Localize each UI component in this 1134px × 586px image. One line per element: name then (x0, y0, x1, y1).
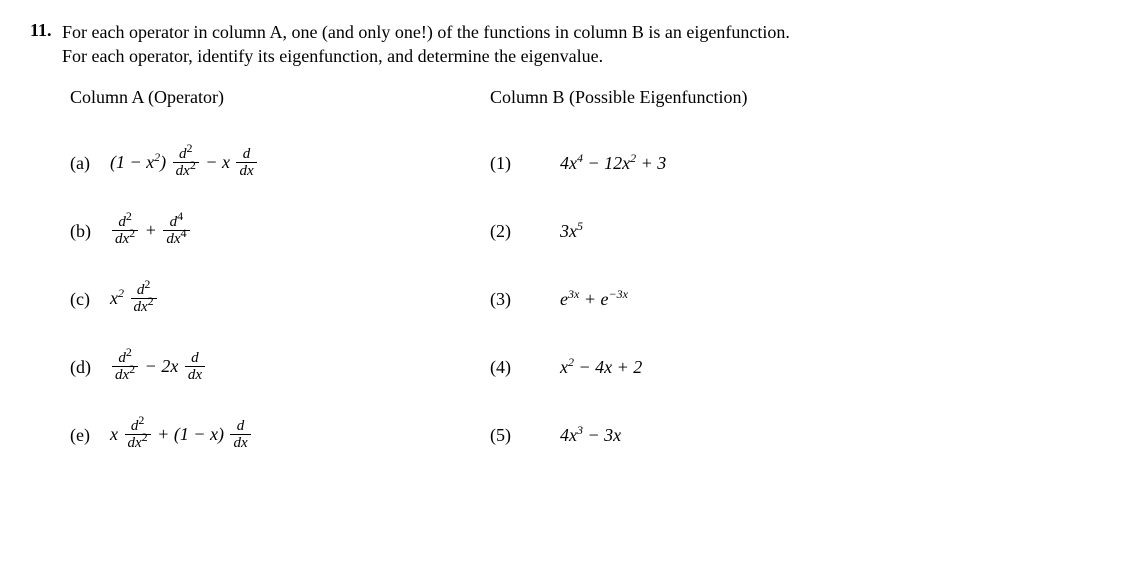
column-b-header: Column B (Possible Eigenfunction) (490, 87, 990, 108)
operator-label: (c) (70, 289, 110, 310)
operator-row-c: (c) x2 d2dx2 (70, 266, 490, 334)
eigenfunction-label: (4) (490, 357, 560, 378)
operator-label: (e) (70, 425, 110, 446)
operator-row-b: (b) d2dx2 + d4dx4 (70, 198, 490, 266)
operator-label: (b) (70, 221, 110, 242)
problem-line2: For each operator, identify its eigenfun… (62, 46, 603, 66)
operator-row-a: (a) (1 − x2) d2dx2 − x ddx (70, 130, 490, 198)
operator-expr: d2dx2 − 2x ddx (110, 351, 207, 385)
eigenfunction-label: (3) (490, 289, 560, 310)
operator-expr: d2dx2 + d4dx4 (110, 215, 192, 249)
problem-line1: For each operator in column A, one (and … (62, 22, 790, 42)
eigenfunction-label: (1) (490, 153, 560, 174)
problem-statement: 11. For each operator in column A, one (… (30, 20, 1104, 69)
operator-row-d: (d) d2dx2 − 2x ddx (70, 334, 490, 402)
eigenfunction-expr: e3x + e−3x (560, 289, 628, 310)
operator-expr: (1 − x2) d2dx2 − x ddx (110, 147, 259, 181)
eigenfunction-row-1: (1) 4x4 − 12x2 + 3 (490, 130, 990, 198)
column-b: Column B (Possible Eigenfunction) (1) 4x… (490, 87, 990, 470)
column-a: Column A (Operator) (a) (1 − x2) d2dx2 −… (70, 87, 490, 470)
columns-container: Column A (Operator) (a) (1 − x2) d2dx2 −… (70, 87, 1104, 470)
eigenfunction-label: (5) (490, 425, 560, 446)
problem-number: 11. (30, 20, 62, 41)
column-a-header: Column A (Operator) (70, 87, 490, 108)
eigenfunction-row-2: (2) 3x5 (490, 198, 990, 266)
operator-label: (d) (70, 357, 110, 378)
eigenfunction-expr: 4x4 − 12x2 + 3 (560, 153, 666, 174)
eigenfunction-row-5: (5) 4x3 − 3x (490, 402, 990, 470)
operator-label: (a) (70, 153, 110, 174)
eigenfunction-expr: x2 − 4x + 2 (560, 357, 642, 378)
eigenfunction-row-4: (4) x2 − 4x + 2 (490, 334, 990, 402)
operator-expr: x2 d2dx2 (110, 283, 159, 317)
problem-text: For each operator in column A, one (and … (62, 20, 1104, 69)
eigenfunction-expr: 4x3 − 3x (560, 425, 621, 446)
operator-row-e: (e) x d2dx2 + (1 − x) ddx (70, 402, 490, 470)
eigenfunction-row-3: (3) e3x + e−3x (490, 266, 990, 334)
eigenfunction-expr: 3x5 (560, 221, 583, 242)
operator-expr: x d2dx2 + (1 − x) ddx (110, 419, 253, 453)
eigenfunction-label: (2) (490, 221, 560, 242)
